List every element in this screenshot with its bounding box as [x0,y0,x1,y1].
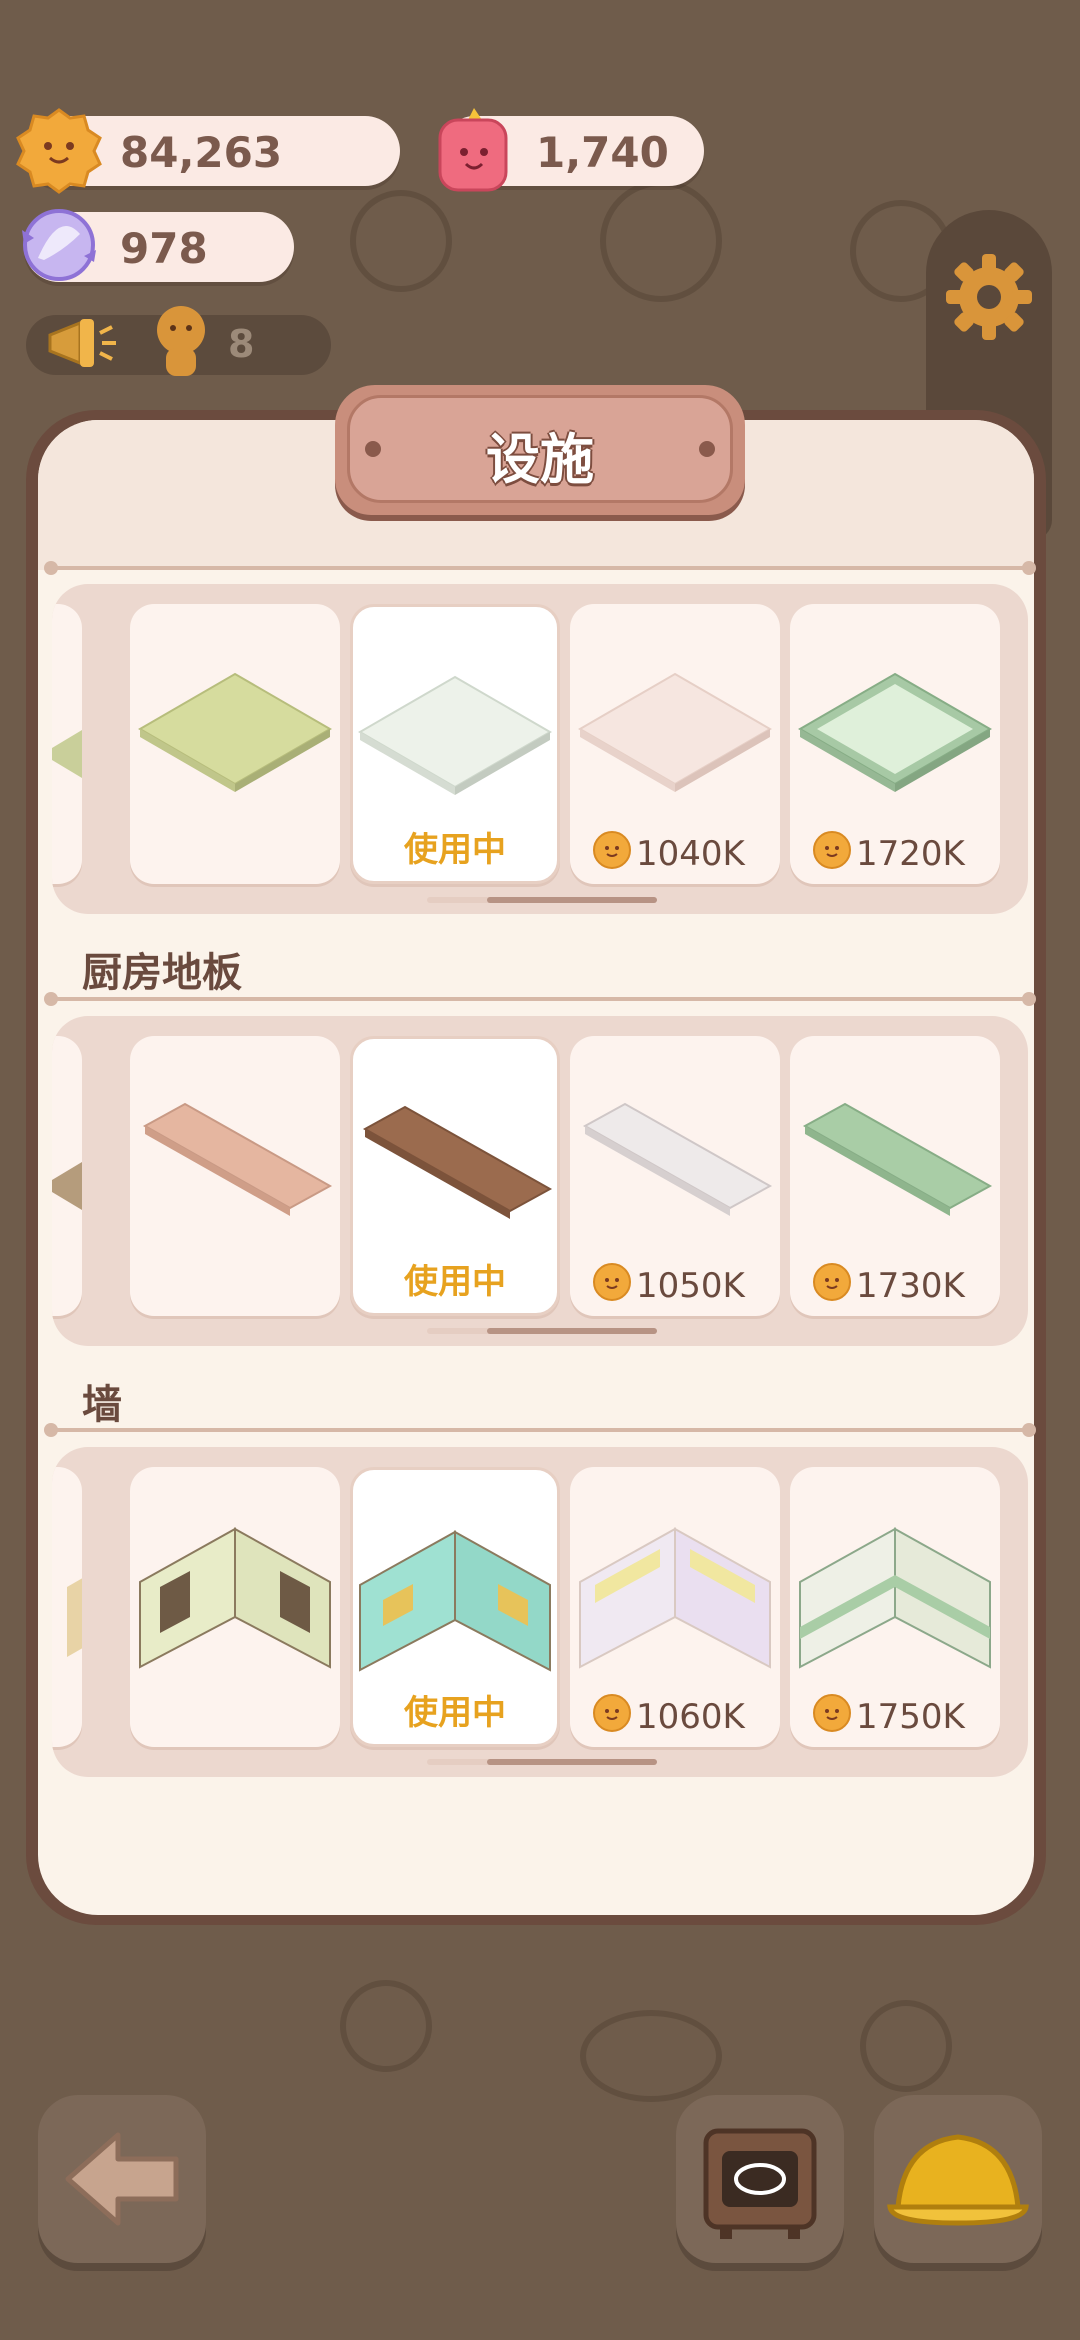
item-card-in-use[interactable]: 使用中 [350,1467,560,1747]
section-divider [44,992,1036,1006]
section-title-kitchen-floor: 厨房地板 [82,950,242,996]
item-price: 1040K [636,834,745,874]
item-card[interactable] [130,604,340,884]
wall-preview [139,1527,331,1669]
pink-gem-icon [438,108,508,192]
kitchen-floor-preview [362,1105,553,1219]
kitchen-floor-preview [802,1102,993,1216]
floor-tile-preview [578,672,772,792]
item-tray-kitchen-floor[interactable]: 使用中 1050K 1730K [52,1016,1028,1346]
item-tray-floor[interactable]: 使用中 1040K 1720K [52,584,1028,914]
item-tray-wall[interactable]: 使用中 1060K 1750K [52,1447,1028,1777]
panel-title-plate: 设施 [335,385,745,515]
section-divider [44,561,1036,575]
item-price: 1050K [636,1266,745,1306]
oven-button[interactable] [676,2095,844,2263]
cookie-figure-icon [157,306,205,376]
kitchen-floor-preview [142,1102,333,1216]
item-card[interactable]: 1730K [790,1036,1000,1316]
candy-count: 978 [120,224,208,273]
item-card[interactable] [130,1467,340,1747]
gear-icon[interactable] [942,250,1036,344]
section-title-wall: 墙 [82,1382,122,1428]
background-doodle [600,180,722,302]
gem-count: 1,740 [536,128,669,177]
item-card-partial[interactable] [52,1467,102,1747]
item-card[interactable]: 1750K [790,1467,1000,1747]
tray-scrollbar[interactable] [427,1759,657,1765]
item-card-partial[interactable] [52,604,142,884]
item-card-partial[interactable] [52,1036,142,1316]
notice-count: 8 [228,322,255,366]
item-card-in-use[interactable]: 使用中 [350,604,560,884]
background-doodle [340,1980,432,2072]
in-use-label: 使用中 [404,830,506,870]
item-price: 1720K [856,834,965,874]
wall-preview [799,1527,991,1669]
item-card[interactable]: 1720K [790,604,1000,884]
back-button[interactable] [38,2095,206,2263]
cookie-count: 84,263 [120,128,283,177]
item-card[interactable]: 1050K [570,1036,780,1316]
background-doodle [580,2010,722,2102]
background-doodle [350,190,452,292]
floor-tile-preview [358,675,552,795]
cookie-coin-icon [813,1694,851,1732]
panel-title: 设施 [486,428,594,491]
wall-preview [579,1527,771,1669]
crystal-candy-icon [22,209,96,281]
floor-tile-preview [138,672,332,792]
megaphone-icon [48,319,116,367]
build-button[interactable] [874,2095,1042,2263]
section-divider [44,1423,1036,1437]
in-use-label: 使用中 [404,1693,506,1733]
in-use-label: 使用中 [404,1262,506,1302]
cookie-coin-icon [813,1263,851,1301]
back-arrow-icon [65,2132,179,2226]
cookie-coin-icon [593,1263,631,1301]
cookie-coin-icon [593,1694,631,1732]
item-price: 1750K [856,1697,965,1737]
cookie-coin-icon [593,831,631,869]
item-card[interactable]: 1040K [570,604,780,884]
wall-preview [359,1530,551,1672]
background-doodle [860,2000,952,2092]
oven-icon [703,2128,817,2239]
cookie-face-icon [16,108,102,194]
cookie-coin-icon [813,831,851,869]
tray-scrollbar[interactable] [427,897,657,903]
tray-scrollbar[interactable] [427,1328,657,1334]
floor-tile-preview [798,672,992,792]
item-price: 1730K [856,1266,965,1306]
item-card-in-use[interactable]: 使用中 [350,1036,560,1316]
item-card[interactable]: 1060K [570,1467,780,1747]
kitchen-floor-preview [582,1102,773,1216]
item-price: 1060K [636,1697,745,1737]
item-card[interactable] [130,1036,340,1316]
hard-hat-icon [887,2134,1029,2226]
